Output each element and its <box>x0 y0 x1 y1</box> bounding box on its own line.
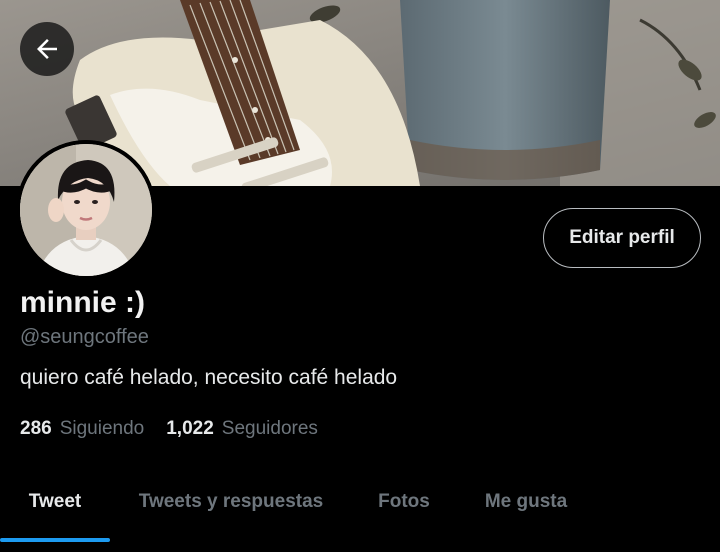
profile-stats: 286 Siguiendo 1,022 Seguidores <box>20 418 318 440</box>
following-count: 286 <box>20 418 52 439</box>
edit-profile-label: Editar perfil <box>569 227 675 248</box>
avatar-image <box>16 140 156 280</box>
tab-tweet[interactable]: Tweet <box>0 462 110 542</box>
following-link[interactable]: 286 Siguiendo <box>20 418 144 440</box>
active-tab-indicator <box>0 538 110 542</box>
followers-label: Seguidores <box>221 418 318 439</box>
back-button[interactable] <box>20 22 74 76</box>
edit-profile-button[interactable]: Editar perfil <box>543 208 701 268</box>
profile-name: minnie :) <box>20 286 145 319</box>
profile-bio: quiero café helado, necesito café helado <box>20 366 398 389</box>
tab-tweets-replies-label: Tweets y respuestas <box>138 491 324 512</box>
avatar[interactable] <box>16 140 156 280</box>
followers-count: 1,022 <box>166 418 214 439</box>
profile-handle: @seungcoffee <box>20 326 149 348</box>
followers-link[interactable]: 1,022 Seguidores <box>166 418 318 440</box>
arrow-left-icon <box>37 39 57 59</box>
following-label: Siguiendo <box>59 418 145 439</box>
tab-tweet-label: Tweet <box>28 491 82 512</box>
tab-likes-label: Me gusta <box>484 491 568 512</box>
tab-tweets-replies[interactable]: Tweets y respuestas <box>110 462 352 542</box>
tab-photos-label: Fotos <box>378 491 430 512</box>
tab-likes[interactable]: Me gusta <box>456 462 596 542</box>
tab-photos[interactable]: Fotos <box>352 462 456 542</box>
profile-tabs: Tweet Tweets y respuestas Fotos Me gusta <box>0 462 720 542</box>
